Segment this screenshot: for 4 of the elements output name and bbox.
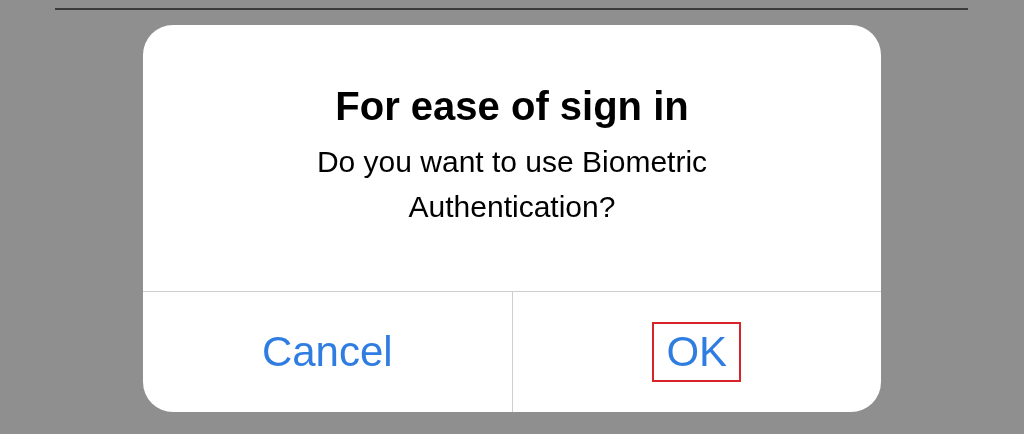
cancel-button[interactable]: Cancel [247, 322, 407, 382]
dialog-message: Do you want to use Biometric Authentication? [315, 144, 709, 225]
dialog-title: For ease of sign in [335, 83, 689, 129]
ok-button[interactable]: OK [652, 322, 742, 382]
